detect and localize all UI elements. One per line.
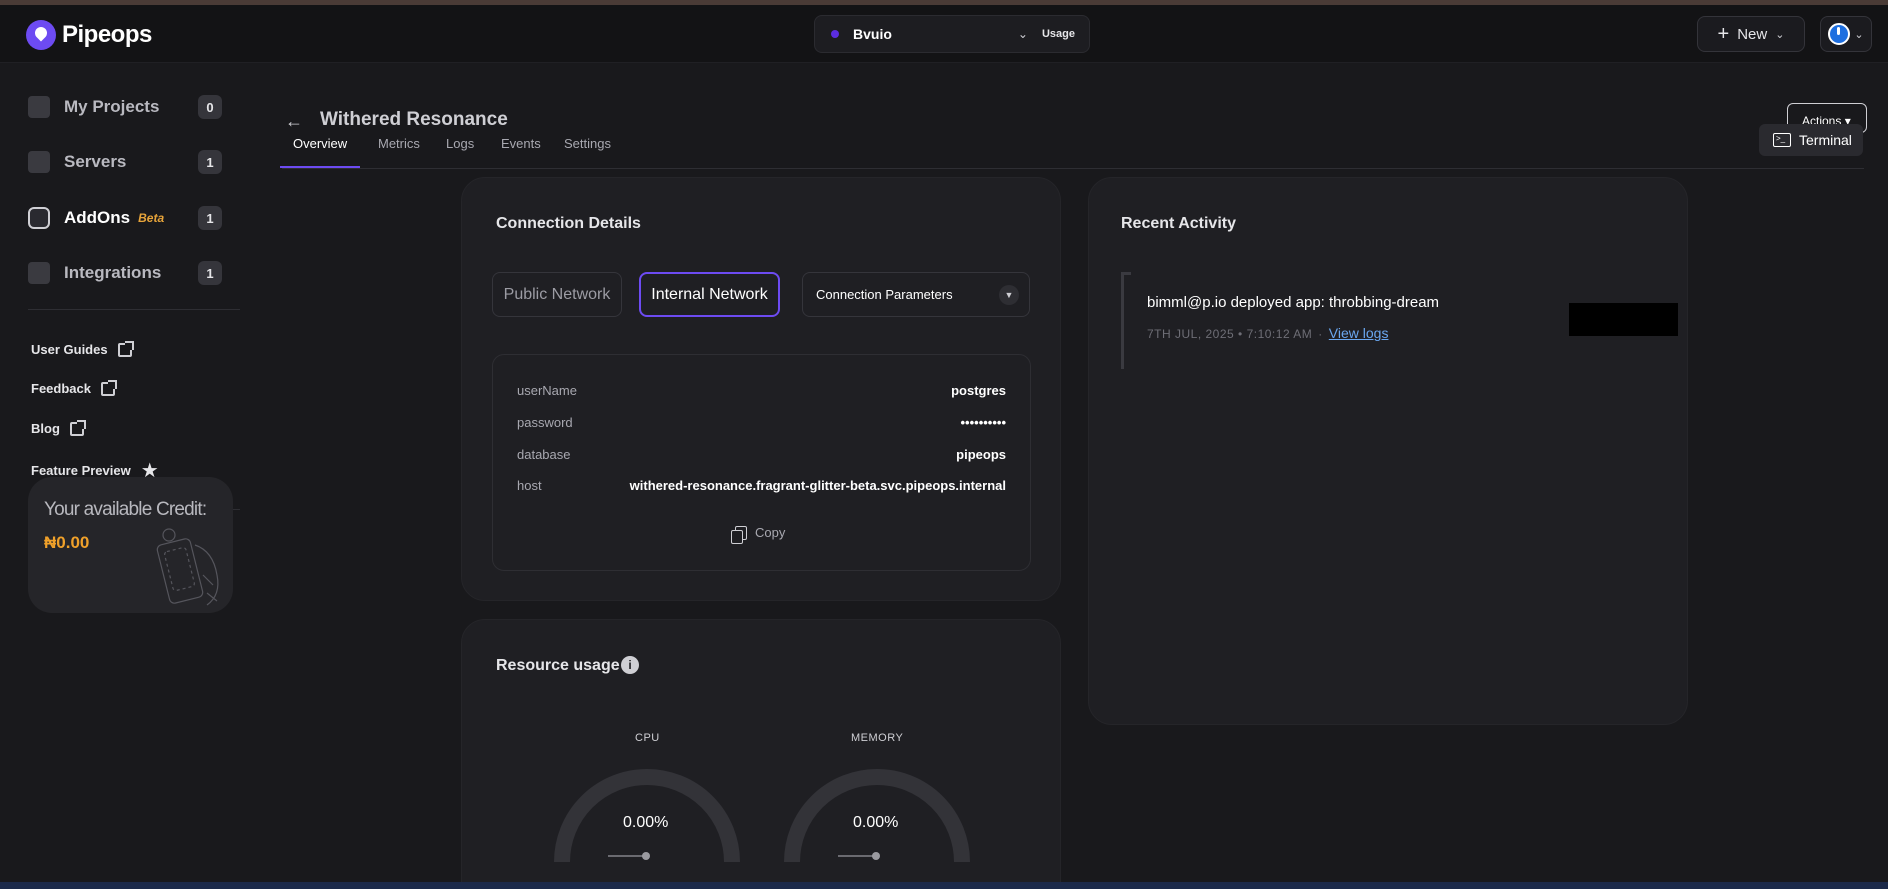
sidebar: My Projects 0 Servers 1 AddOns Beta 1 In… — [0, 64, 240, 882]
new-button[interactable]: + New ⌄ — [1697, 16, 1805, 52]
tab-settings[interactable]: Settings — [564, 136, 611, 168]
beta-badge: Beta — [138, 211, 165, 225]
param-value: withered-resonance.fragrant-glitter-beta… — [629, 478, 1006, 493]
activity-meta: 7TH JUL, 2025 • 7:10:12 AM · View logs — [1147, 325, 1389, 341]
link-label: Blog — [31, 421, 60, 436]
caret-down-icon: ▼ — [999, 284, 1019, 305]
param-key: host — [517, 478, 542, 493]
copy-icon — [731, 525, 747, 544]
sidebar-divider — [28, 309, 240, 310]
param-key: password — [517, 415, 573, 430]
count-badge: 0 — [198, 95, 222, 119]
credit-amount: ₦0.00 — [44, 533, 90, 552]
project-status-dot — [831, 30, 839, 38]
tab-overview[interactable]: Overview — [280, 136, 361, 168]
param-value: postgres — [951, 383, 1006, 398]
cpu-gauge — [554, 769, 740, 862]
count-badge: 1 — [198, 206, 222, 230]
user-menu-button[interactable]: ⌄ — [1820, 16, 1872, 52]
param-row: host withered-resonance.fragrant-glitter… — [517, 478, 1006, 493]
tab-logs[interactable]: Logs — [446, 136, 474, 168]
param-row: password •••••••••• — [517, 415, 1006, 430]
logo[interactable]: Pipeops — [26, 20, 152, 50]
copy-label: Copy — [755, 525, 786, 540]
param-value: •••••••••• — [960, 415, 1006, 430]
cpu-gauge-value: 0.00% — [623, 814, 669, 831]
window-bottom-strip — [0, 882, 1888, 889]
internal-network-button[interactable]: Internal Network — [639, 272, 780, 317]
rocket-logo-icon — [26, 20, 56, 50]
link-label: Feature Preview — [31, 463, 131, 478]
external-link-icon — [117, 340, 134, 357]
recent-activity-card — [1088, 177, 1688, 725]
view-logs-link[interactable]: View logs — [1329, 325, 1389, 341]
usage-button[interactable]: Usage — [1042, 28, 1075, 40]
link-user-guides[interactable]: User Guides — [31, 340, 134, 357]
new-button-label: New — [1737, 25, 1768, 43]
activity-message: bimml@p.io deployed app: throbbing-dream — [1147, 294, 1440, 311]
page-title: Withered Resonance — [320, 109, 508, 127]
tab-bar: Overview Metrics Logs Events Settings — [280, 129, 1864, 169]
memory-gauge — [784, 769, 970, 862]
info-icon[interactable]: i — [621, 656, 639, 674]
activity-timestamp: 7TH JUL, 2025 • 7:10:12 AM — [1147, 327, 1313, 341]
connection-parameters-select[interactable]: Connection Parameters ▼ — [802, 272, 1030, 317]
plug-icon — [28, 207, 50, 229]
param-key: database — [517, 447, 571, 462]
chevron-down-icon: ⌄ — [1854, 28, 1864, 41]
top-header: Pipeops Bvuio ⌄ Usage + New ⌄ ⌄ — [0, 5, 1888, 63]
param-row: database pipeops — [517, 447, 1006, 462]
external-link-icon — [69, 419, 86, 436]
logo-text: Pipeops — [62, 21, 152, 48]
resource-usage-title: Resource usage — [496, 657, 620, 674]
sidebar-item-addons[interactable]: AddOns Beta 1 — [28, 198, 222, 238]
tab-metrics[interactable]: Metrics — [378, 136, 420, 168]
project-name: Bvuio — [853, 26, 892, 42]
tab-events[interactable]: Events — [501, 136, 541, 168]
chevron-down-icon[interactable]: ⌄ — [1018, 27, 1028, 41]
sidebar-item-label: My Projects — [64, 97, 160, 116]
memory-gauge-value: 0.00% — [853, 814, 899, 831]
separator-dot: · — [1318, 327, 1323, 341]
puzzle-icon — [28, 262, 50, 284]
file-icon — [28, 96, 50, 118]
copy-button[interactable]: Copy — [731, 525, 786, 544]
project-switcher[interactable]: Bvuio ⌄ Usage — [814, 15, 1090, 53]
sidebar-item-servers[interactable]: Servers 1 — [28, 142, 222, 182]
credit-title: Your available Credit: — [44, 499, 207, 520]
server-icon — [28, 151, 50, 173]
recent-activity-title: Recent Activity — [1121, 215, 1236, 232]
public-network-button[interactable]: Public Network — [492, 272, 622, 317]
sidebar-item-label: Servers — [64, 152, 127, 171]
param-row: userName postgres — [517, 383, 1006, 398]
connection-details-title: Connection Details — [496, 215, 641, 232]
activity-timeline-rail — [1121, 272, 1131, 369]
power-avatar-icon — [1828, 23, 1851, 45]
link-label: User Guides — [31, 342, 108, 357]
cpu-gauge-label: CPU — [635, 732, 660, 744]
sidebar-item-label: AddOns — [64, 208, 131, 227]
link-feedback[interactable]: Feedback — [31, 379, 117, 396]
plus-icon: + — [1717, 23, 1730, 45]
chevron-down-icon: ⌄ — [1775, 28, 1785, 41]
count-badge: 1 — [198, 261, 222, 285]
link-blog[interactable]: Blog — [31, 419, 86, 436]
connection-params-box: userName postgres password •••••••••• da… — [492, 354, 1031, 571]
external-link-icon — [100, 379, 117, 396]
param-key: userName — [517, 383, 577, 398]
sidebar-item-integrations[interactable]: Integrations 1 — [28, 253, 222, 293]
memory-gauge-label: MEMORY — [851, 732, 904, 744]
sidebar-item-label: Integrations — [64, 263, 162, 282]
sidebar-item-my-projects[interactable]: My Projects 0 — [28, 87, 222, 127]
count-badge: 1 — [198, 150, 222, 174]
select-value: Connection Parameters — [816, 287, 953, 302]
link-label: Feedback — [31, 381, 91, 396]
credit-card: Your available Credit: ₦0.00 — [28, 477, 233, 613]
redacted-block — [1569, 303, 1678, 336]
wallet-illustration-icon — [156, 528, 219, 606]
param-value: pipeops — [956, 447, 1006, 462]
